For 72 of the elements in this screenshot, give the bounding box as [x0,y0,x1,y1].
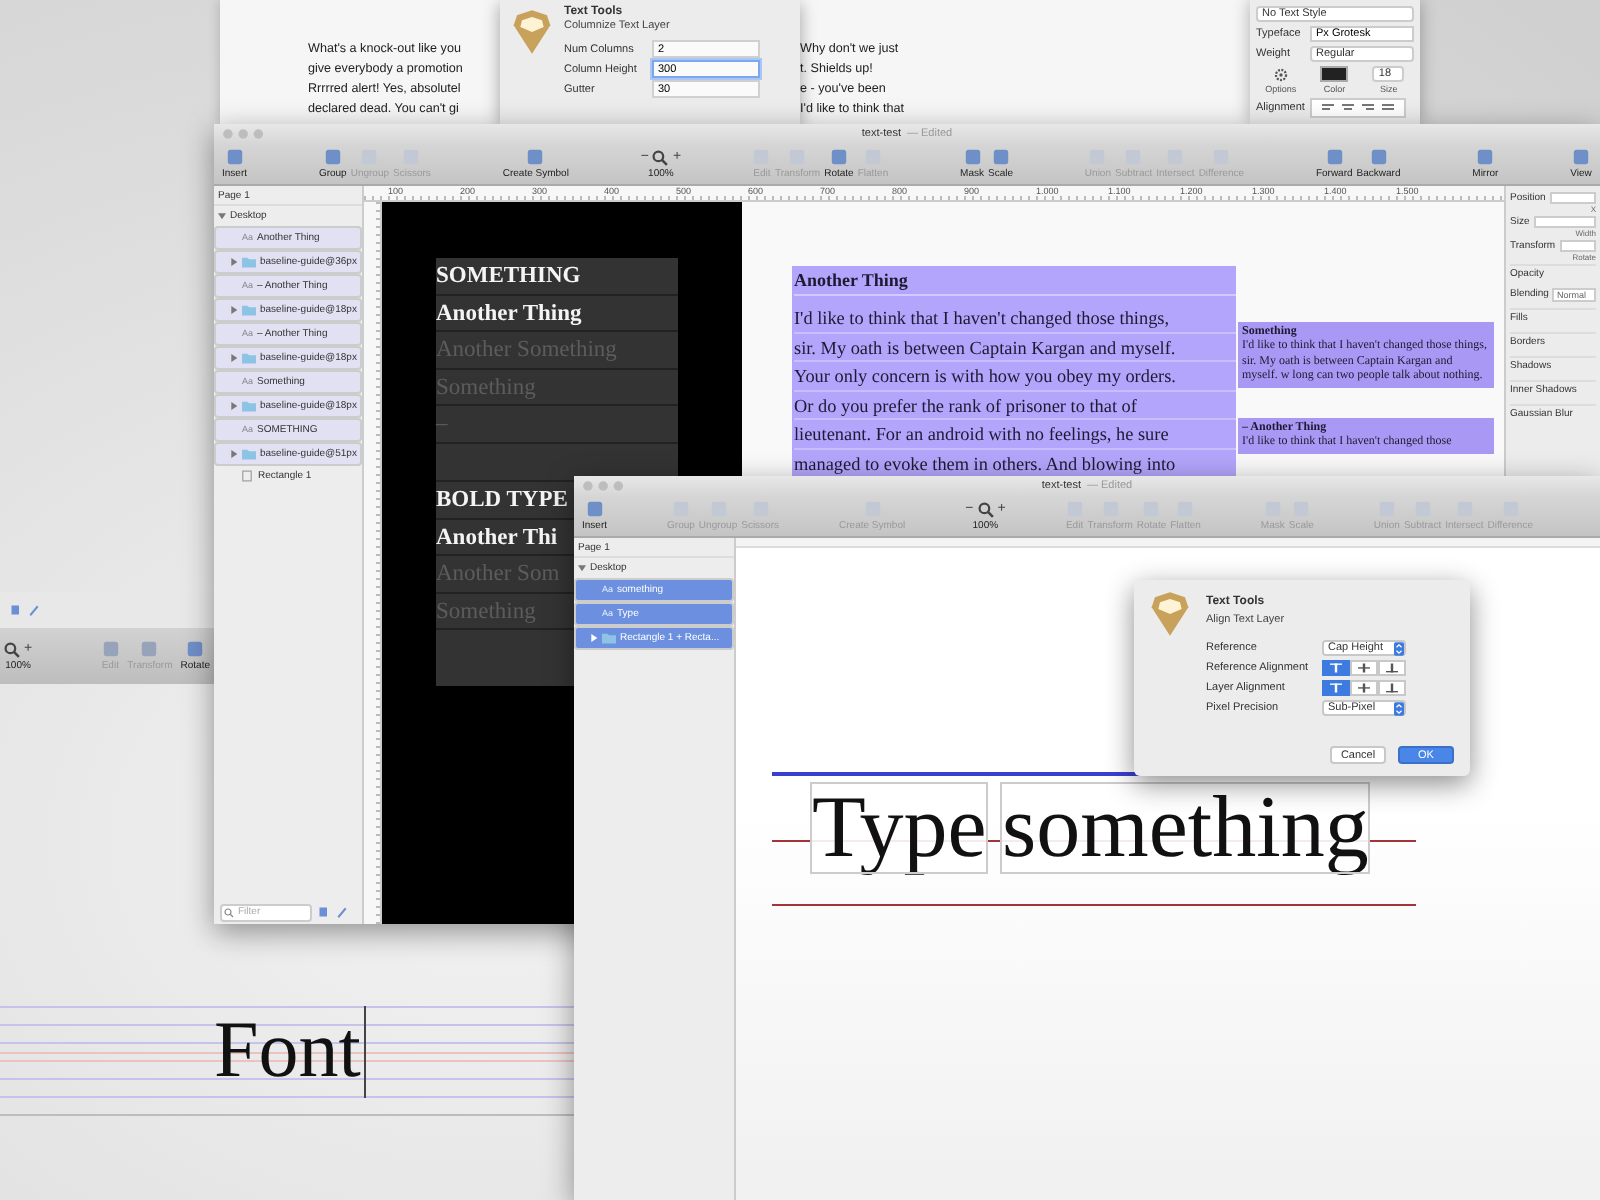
disclosure-triangle-icon[interactable] [230,450,238,458]
disclosure-triangle-icon[interactable] [230,306,238,314]
artboard-text: Another Thing [436,295,678,333]
segment-button[interactable] [1322,680,1350,696]
artboard-text: SOMETHING [436,258,678,296]
input-field[interactable] [1559,240,1596,252]
disclosure-triangle-icon[interactable] [578,564,586,572]
folder-icon [242,400,256,412]
text-line: lieutenant. For an android with no feelings, he sure [794,420,1236,449]
square-icon [585,500,604,518]
text-line: Your only concern is with how you obey my orders. [794,362,1236,391]
folder-icon [602,632,616,644]
input-field[interactable] [1549,192,1596,204]
pencil-icon[interactable] [28,604,40,616]
text-layer[interactable]: something [1002,784,1369,872]
color-swatch[interactable] [1320,66,1349,82]
square-icon [225,148,244,166]
square-icon [140,640,159,658]
input-field[interactable] [1533,216,1596,228]
text-alignment-icon[interactable] [1310,98,1406,118]
square-icon [963,148,981,166]
square-icon [1325,148,1344,166]
segment-button[interactable] [1350,680,1378,696]
pencil-icon[interactable] [336,906,348,918]
magnifier-icon [977,501,994,517]
square-icon [829,148,848,166]
chevron-icon [1394,701,1404,715]
text-heading: Another Thing [794,266,1236,296]
text-line: sir. My oath is between Captain Kargan and myself. [794,333,1236,362]
text-line: I'd like to think that I haven't changed those things, [794,304,1236,333]
chevron-icon [1394,641,1404,655]
segment-button[interactable] [1350,660,1378,676]
alignment-icon [1330,682,1342,694]
disclosure-triangle-icon[interactable] [218,212,226,220]
shield-icon [1150,592,1190,636]
square-icon [323,148,342,166]
text-layer[interactable]: Type [812,784,987,872]
disclosure-triangle-icon[interactable] [590,634,598,642]
font-sample-text: Font [214,1010,361,1090]
square-icon [1572,148,1591,166]
magnifier-icon [4,641,20,657]
disclosure-triangle-icon[interactable] [230,402,238,410]
disclosure-triangle-icon[interactable] [230,258,238,266]
folder-icon [242,448,256,460]
alignment-icon [1358,662,1370,674]
alignment-icon [1386,662,1398,674]
square-icon [1476,148,1495,166]
square-icon [1369,148,1388,166]
folder-icon [242,304,256,316]
rectangle-icon [240,470,254,482]
square-icon [526,148,545,166]
pages-icon[interactable] [318,906,330,918]
square-icon [991,148,1010,166]
alignment-icon [1358,682,1370,694]
text-line: Or do you prefer the rank of prisoner to that of [794,391,1236,420]
square-icon [101,640,120,658]
magnifier-icon [652,149,669,165]
pages-icon[interactable] [10,604,22,616]
square-icon [186,640,205,658]
gear-icon[interactable] [1273,67,1288,81]
alignment-icon [1330,662,1342,674]
segment-button[interactable] [1378,680,1406,696]
segment-button[interactable] [1378,660,1406,676]
segment-button[interactable] [1322,660,1350,676]
artboard-text: – [436,406,678,444]
disclosure-triangle-icon[interactable] [230,354,238,362]
folder-icon [242,256,256,268]
alignment-icon [1386,682,1398,694]
text-cursor [364,1006,366,1098]
folder-icon [242,352,256,364]
search-icon [224,907,234,917]
shield-icon [512,10,552,54]
